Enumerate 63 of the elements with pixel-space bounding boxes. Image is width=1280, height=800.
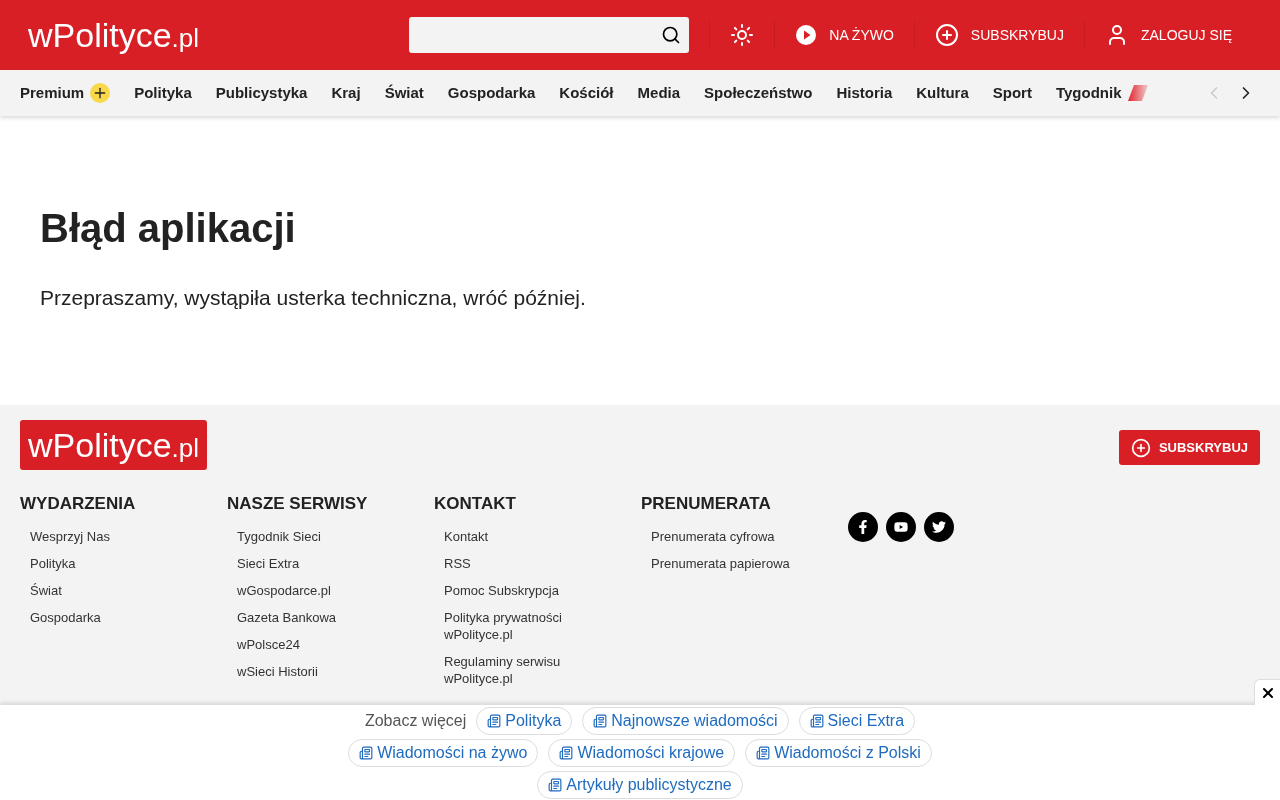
- youtube-icon[interactable]: [886, 512, 916, 542]
- nav-link[interactable]: Sport: [992, 81, 1032, 105]
- newspaper-icon: [559, 746, 574, 760]
- footer-heading: WYDARZENIA: [20, 493, 137, 515]
- newspaper-icon: [756, 746, 771, 760]
- footer-link[interactable]: RSS: [444, 555, 625, 572]
- footer-link[interactable]: wPolsce24: [237, 636, 418, 653]
- play-icon: [795, 24, 818, 46]
- see-more-label: Zobacz więcej: [364, 711, 467, 731]
- footer-link[interactable]: Polityka: [30, 555, 211, 572]
- plus-circle-icon: [1130, 437, 1151, 458]
- newspaper-icon: [809, 714, 824, 728]
- nav-link[interactable]: Kultura: [916, 81, 969, 105]
- plus-circle-icon: [934, 23, 959, 47]
- nav-link[interactable]: Historia: [836, 81, 893, 105]
- footer-heading: NASZE SERWISY: [227, 493, 369, 515]
- footer-heading: PRENUMERATA: [641, 493, 772, 515]
- footer-link[interactable]: Kontakt: [444, 528, 625, 545]
- nav-link[interactable]: Gospodarka: [447, 81, 536, 105]
- footer-link[interactable]: Prenumerata papierowa: [651, 555, 832, 572]
- footer-link[interactable]: wGospodarce.pl: [237, 582, 418, 599]
- footer-heading: KONTAKT: [434, 493, 517, 515]
- twitter-icon[interactable]: [924, 512, 954, 542]
- nav-link[interactable]: Kraj: [331, 81, 361, 105]
- footer-link[interactable]: wSieci Historii: [237, 663, 418, 680]
- footer-link[interactable]: Tygodnik Sieci: [237, 528, 418, 545]
- footer-link[interactable]: Polityka prywatności wPolityce.pl: [444, 609, 625, 643]
- error-message: Przepraszamy, wystąpiła usterka techniczna, wróć później.: [40, 285, 587, 311]
- footer-link[interactable]: Świat: [30, 582, 211, 599]
- footer-link[interactable]: Wesprzyj Nas: [30, 528, 211, 545]
- search-field[interactable]: [409, 17, 690, 53]
- footer-link[interactable]: Gazeta Bankowa: [237, 609, 418, 626]
- subscribe-button[interactable]: SUBSKRYBUJ: [1118, 430, 1260, 465]
- footer-link[interactable]: Sieci Extra: [237, 555, 418, 572]
- close-button[interactable]: [1254, 679, 1280, 705]
- tygodnik-logo-icon: [1127, 85, 1148, 101]
- footer-logo[interactable]: wPolityce.pl: [28, 419, 200, 471]
- footer-link[interactable]: Prenumerata cyfrowa: [651, 528, 832, 545]
- nav-link[interactable]: Społeczeństwo: [704, 81, 813, 105]
- plus-icon: [90, 83, 111, 103]
- nav-link[interactable]: Media: [637, 81, 681, 105]
- nav-link[interactable]: Publicystyka: [215, 81, 308, 105]
- newspaper-icon: [548, 778, 563, 792]
- header-link[interactable]: NA ŻYWO: [795, 24, 894, 46]
- nav-link[interactable]: Świat: [384, 81, 424, 105]
- sun-icon: [730, 23, 755, 47]
- theme-toggle[interactable]: [730, 23, 755, 47]
- newspaper-icon: [487, 714, 502, 728]
- footer-link[interactable]: Gospodarka: [30, 609, 211, 626]
- newspaper-icon: [593, 714, 608, 728]
- nav-link[interactable]: Tygodnik: [1055, 81, 1122, 105]
- header-link[interactable]: SUBSKRYBUJ: [934, 23, 1064, 47]
- error-title: Błąd aplikacji: [40, 205, 297, 252]
- nav-link[interactable]: Polityka: [134, 81, 192, 105]
- facebook-icon[interactable]: [848, 512, 878, 542]
- search-icon[interactable]: [661, 25, 682, 45]
- footer-link[interactable]: Regulaminy serwisu wPolityce.pl: [444, 653, 625, 687]
- footer-link[interactable]: Pomoc Subskrypcja: [444, 582, 625, 599]
- nav-link[interactable]: Kościół: [559, 81, 614, 105]
- nav-link[interactable]: Premium: [20, 81, 85, 105]
- header-link[interactable]: ZALOGUJ SIĘ: [1104, 23, 1232, 47]
- site-logo[interactable]: wPolityce.pl: [28, 9, 200, 61]
- newspaper-icon: [359, 746, 374, 760]
